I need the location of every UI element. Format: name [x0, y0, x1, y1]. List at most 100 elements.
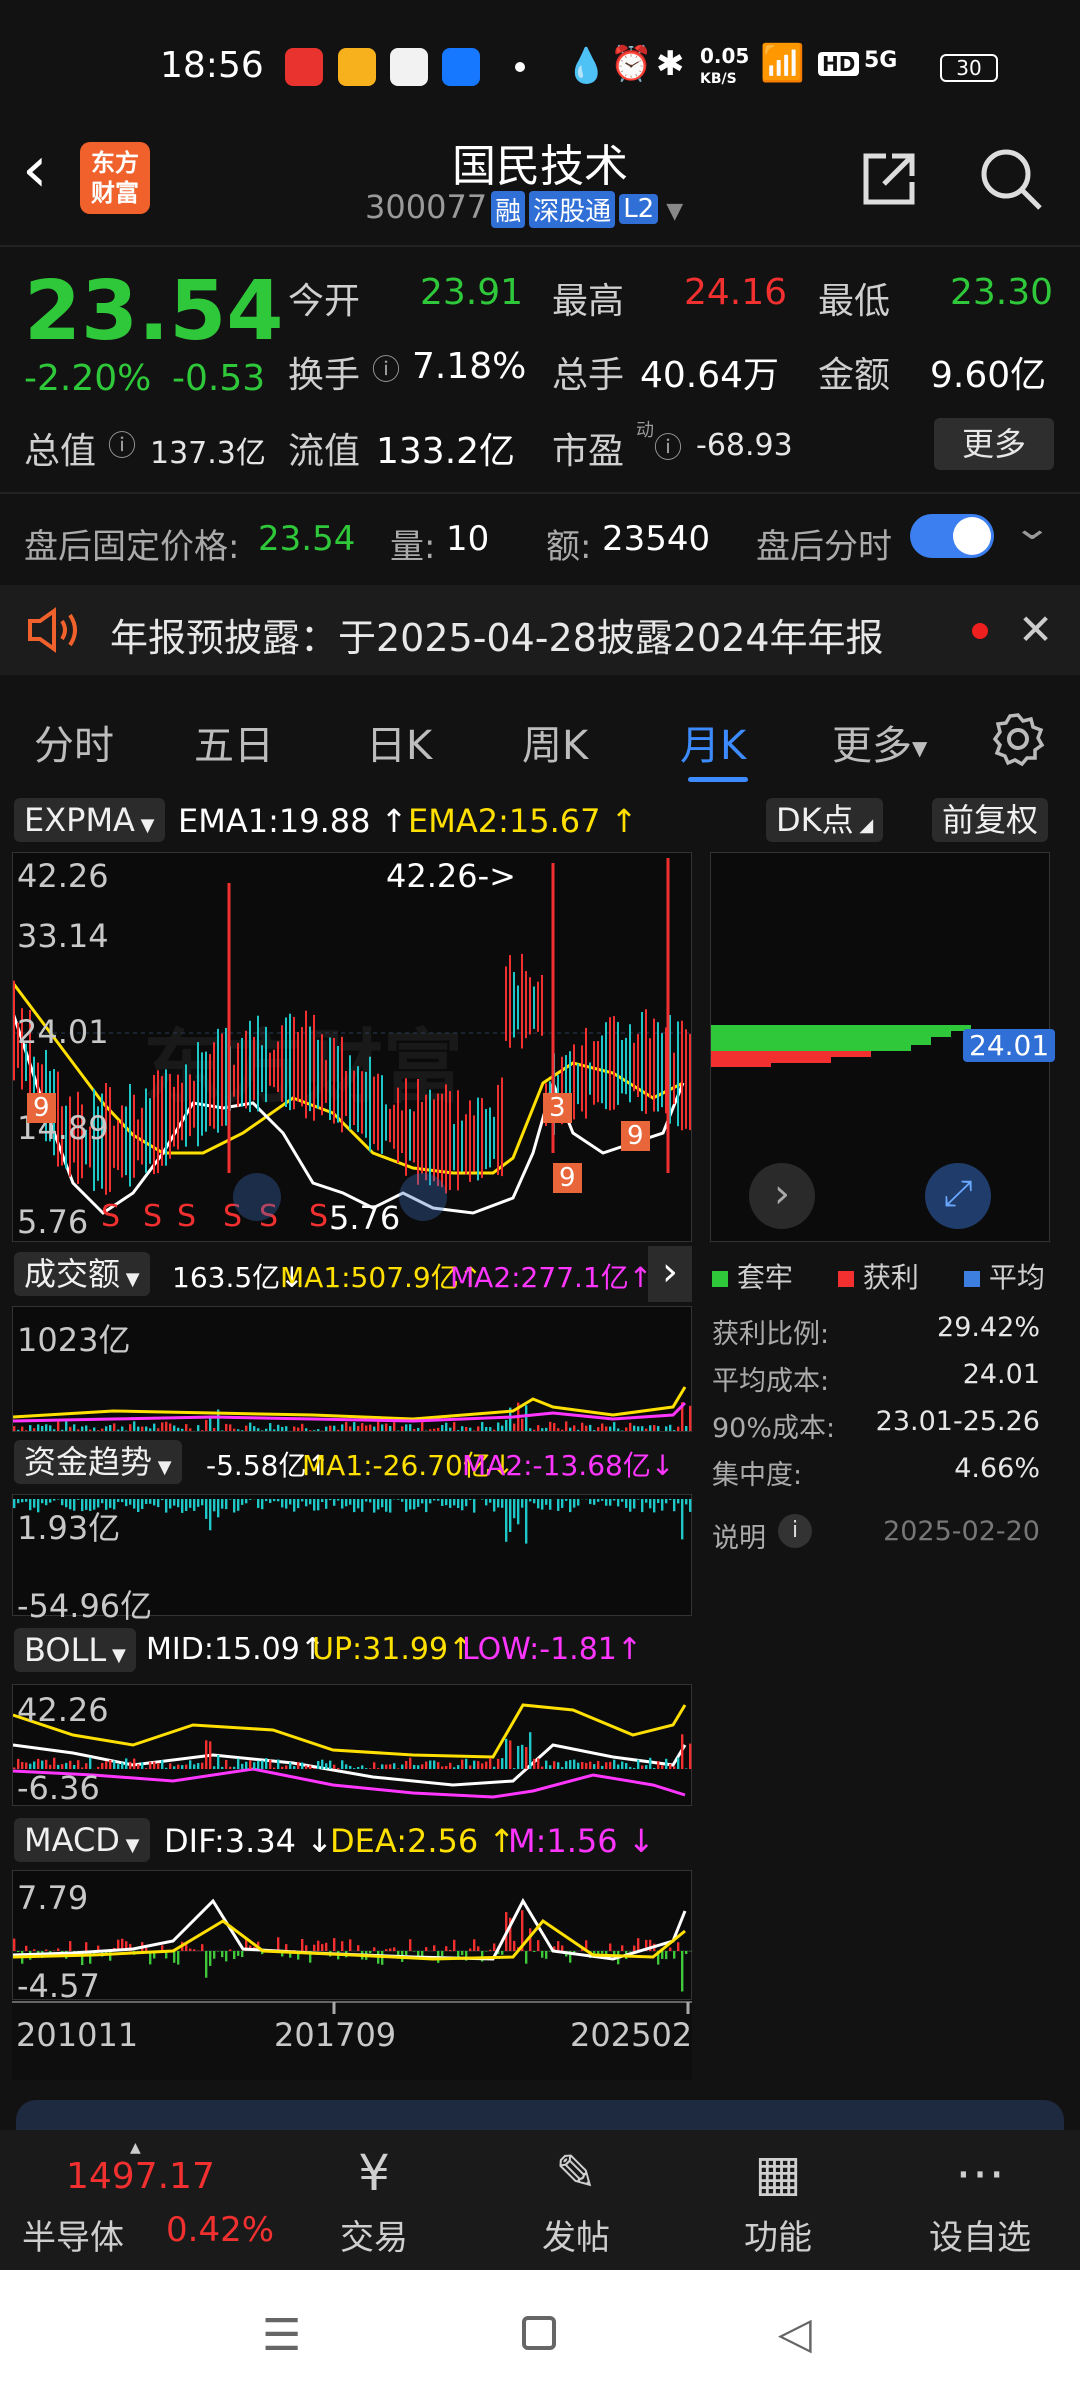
tab-more[interactable]: 更多▼: [832, 713, 927, 771]
bar: [21, 1426, 24, 1431]
trade-button[interactable]: 交易: [314, 2210, 434, 2259]
bar: [473, 1499, 476, 1513]
bar: [545, 1760, 548, 1769]
menu-icon[interactable]: ☰: [262, 2310, 301, 2361]
bar: [437, 1762, 440, 1769]
bar: [25, 1430, 28, 1431]
boll-y-bottom: -6.36: [17, 1769, 100, 1807]
bar: [613, 1422, 616, 1431]
bar: [681, 1951, 684, 1992]
after-hours-toggle[interactable]: [910, 514, 994, 558]
bar: [385, 1949, 388, 1951]
functions-icon[interactable]: ▦: [718, 2144, 838, 2202]
bar: [225, 1499, 228, 1510]
quote-panel: 23.54 -2.20% -0.53 总值 ⓘ 137.3亿 今开 23.91 …: [0, 248, 1080, 498]
post-button[interactable]: 发帖: [516, 2210, 636, 2259]
bar: [301, 1762, 304, 1769]
bar: [181, 1428, 184, 1431]
index-name[interactable]: 半导体: [22, 2210, 124, 2259]
watchlist-icon[interactable]: ⋯: [920, 2144, 1040, 2202]
bar: [577, 1429, 580, 1431]
chevron-down-icon[interactable]: ⌄: [1012, 508, 1052, 548]
boll-chart[interactable]: 42.26 -6.36: [12, 1684, 692, 1807]
settings-gear-icon[interactable]: [990, 711, 1046, 767]
back-nav-icon[interactable]: ◁: [778, 2308, 812, 2359]
caret-down-icon: ▼: [152, 1457, 172, 1478]
bar: [125, 1430, 128, 1431]
bar: [193, 1499, 196, 1511]
volume-chart[interactable]: 1023亿: [12, 1306, 692, 1432]
chevron-right-icon[interactable]: ›: [749, 1163, 815, 1229]
info-icon[interactable]: ⓘ: [108, 424, 136, 464]
indicator-select-fund[interactable]: 资金趋势 ▼: [14, 1440, 182, 1484]
bar: [561, 1767, 564, 1769]
more-button[interactable]: 更多: [934, 418, 1054, 470]
bar: [289, 1762, 292, 1769]
bar: [485, 1951, 488, 1952]
close-icon[interactable]: ✕: [1018, 605, 1053, 654]
profit-ratio-label: 获利比例:: [712, 1319, 830, 1350]
indicator-select-macd[interactable]: MACD ▼: [14, 1818, 150, 1862]
sell-signal: S: [177, 1199, 197, 1234]
info-icon[interactable]: ⓘ: [372, 348, 400, 388]
mcap-value: 137.3亿: [150, 436, 266, 471]
info-icon[interactable]: i: [778, 1514, 812, 1548]
bar: [233, 1499, 236, 1513]
tab-weekly-k[interactable]: 周K: [522, 713, 588, 771]
bar: [457, 1430, 460, 1431]
bar: [113, 1423, 116, 1431]
functions-button[interactable]: 功能: [718, 2210, 838, 2259]
indicator-select-boll[interactable]: BOLL ▼: [14, 1628, 136, 1672]
add-watchlist-button[interactable]: 设自选: [920, 2210, 1040, 2259]
share-icon[interactable]: [858, 148, 920, 210]
indicator-select-main[interactable]: EXPMA ▼: [14, 798, 165, 842]
notice-bar[interactable]: 年报预披露：于2025-04-28披露2024年年报 ✕: [0, 585, 1080, 675]
bar: [565, 1761, 568, 1769]
bar: [533, 1951, 536, 1952]
expand-icon[interactable]: ⤢: [925, 1163, 991, 1229]
x-label-mid: 201709: [274, 2016, 397, 2054]
dk-point-select[interactable]: DK点 ◢: [766, 798, 884, 842]
bar: [453, 1767, 456, 1769]
nav-circle[interactable]: [399, 1173, 447, 1221]
main-kline-chart[interactable]: 东方财富 42.26 33.14 24.01 14.89 5.76 42.26-…: [12, 852, 693, 1242]
explain-label[interactable]: 说明: [712, 1516, 766, 1555]
change-amount: -0.53: [172, 358, 266, 399]
chevron-right-icon[interactable]: ›: [648, 1246, 692, 1302]
bar: [161, 1760, 164, 1769]
nav-circle[interactable]: [233, 1173, 281, 1221]
bar: [185, 1424, 188, 1431]
bar: [149, 1762, 152, 1769]
dropdown-icon[interactable]: ▼: [666, 199, 683, 224]
bar: [257, 1499, 260, 1508]
trade-icon[interactable]: ¥: [314, 2144, 434, 2202]
bar: [241, 1499, 244, 1505]
fund-ma2: MA2:-13.68亿↓: [462, 1449, 675, 1482]
macd-chart[interactable]: 7.79 -4.57: [12, 1870, 693, 2005]
bar: [585, 1762, 588, 1769]
bar: [385, 1423, 388, 1431]
tab-monthly-k[interactable]: 月K: [680, 713, 746, 771]
tab-intraday[interactable]: 分时: [34, 713, 114, 771]
bar: [261, 1499, 264, 1510]
bar: [133, 1421, 136, 1431]
post-icon[interactable]: ✎: [516, 2144, 636, 2202]
bar: [593, 1764, 596, 1769]
bar: [169, 1423, 172, 1431]
indicator-select-volume[interactable]: 成交额 ▼: [14, 1252, 150, 1296]
tab-five-day[interactable]: 五日: [194, 713, 274, 771]
bar: [421, 1764, 424, 1769]
bar: [501, 1499, 504, 1508]
bar: [461, 1426, 464, 1431]
info-icon[interactable]: ⓘ: [654, 426, 682, 466]
adjust-select[interactable]: 前复权: [932, 798, 1049, 842]
drop-icon: 💧: [565, 46, 608, 86]
home-icon[interactable]: [522, 2316, 556, 2350]
caret-down-icon: ▼: [912, 736, 928, 760]
bar: [161, 1499, 164, 1501]
bar: [577, 1499, 580, 1506]
bar: [681, 1734, 684, 1769]
fund-trend-chart[interactable]: 1.93亿 -54.96亿: [12, 1494, 692, 1625]
search-icon[interactable]: [978, 146, 1044, 212]
tab-daily-k[interactable]: 日K: [366, 713, 432, 771]
